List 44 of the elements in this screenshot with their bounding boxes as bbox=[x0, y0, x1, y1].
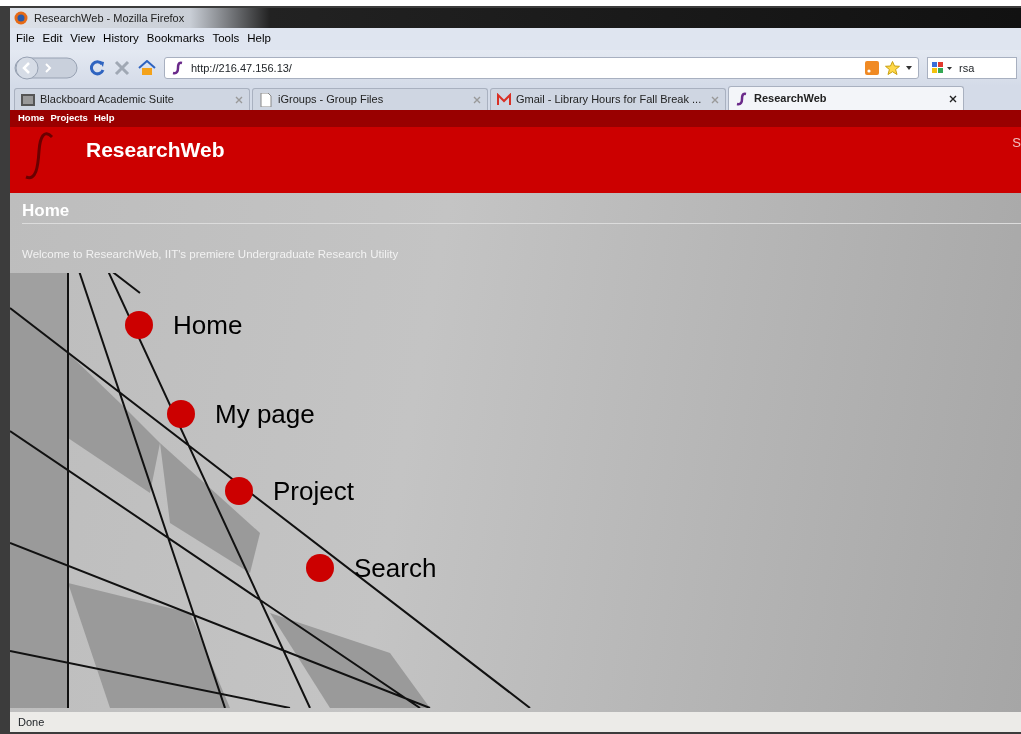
menu-item[interactable]: View bbox=[70, 30, 96, 48]
menu-item[interactable]: History bbox=[103, 30, 139, 48]
page-heading: Home bbox=[22, 201, 1021, 225]
menu-link[interactable]: My page bbox=[167, 394, 315, 434]
rss-icon[interactable] bbox=[865, 61, 879, 75]
bullet-dot-icon bbox=[306, 554, 334, 583]
menu-item[interactable]: File bbox=[16, 30, 35, 48]
nav-link-text[interactable]: Projects bbox=[50, 111, 88, 126]
status-text: Done bbox=[18, 714, 45, 730]
menu-link[interactable]: Search bbox=[306, 548, 437, 588]
reload-icon[interactable] bbox=[88, 59, 106, 77]
menu-link[interactable]: Project bbox=[225, 471, 354, 511]
page-icon bbox=[259, 92, 273, 107]
browser-tab[interactable]: ResearchWeb bbox=[728, 86, 964, 110]
firefox-icon bbox=[14, 11, 28, 25]
nav-link-text[interactable]: Help bbox=[93, 111, 115, 126]
search-field[interactable]: rsa bbox=[927, 57, 1017, 79]
mail-icon bbox=[497, 92, 511, 107]
search-engine-icon[interactable] bbox=[931, 60, 955, 76]
bullet-dot-icon bbox=[125, 311, 153, 340]
star-icon[interactable] bbox=[885, 61, 900, 75]
menu-link[interactable]: Home bbox=[125, 305, 243, 345]
site-title: ResearchWeb bbox=[86, 137, 225, 163]
browser-tab[interactable]: Gmail - Library Hours for Fall Break ... bbox=[490, 88, 726, 110]
close-icon[interactable] bbox=[949, 94, 957, 103]
menu-item[interactable]: Tools bbox=[212, 30, 240, 48]
back-forward-icon[interactable] bbox=[14, 55, 80, 81]
site-icon bbox=[735, 91, 749, 106]
menu-item[interactable]: Bookmarks bbox=[146, 30, 205, 48]
home-icon[interactable] bbox=[138, 60, 156, 76]
header-text: S bbox=[1012, 134, 1021, 152]
stop-icon[interactable] bbox=[114, 60, 130, 76]
window-title: ResearchWeb - Mozilla Firefox bbox=[34, 10, 185, 26]
site-icon bbox=[171, 61, 185, 75]
menu-item[interactable]: Help bbox=[247, 30, 271, 48]
blackboard-icon bbox=[21, 92, 35, 107]
browser-tab[interactable]: iGroups - Group Files bbox=[252, 88, 488, 110]
browser-tab[interactable]: Blackboard Academic Suite bbox=[14, 88, 250, 110]
menu-item[interactable]: Edit bbox=[42, 30, 63, 48]
dropdown-icon[interactable] bbox=[906, 66, 912, 70]
address-field[interactable]: http://216.47.156.13/ bbox=[164, 57, 919, 79]
bullet-dot-icon bbox=[225, 477, 253, 506]
bullet-dot-icon bbox=[167, 400, 195, 429]
nav-link-text[interactable]: Home bbox=[18, 111, 45, 126]
